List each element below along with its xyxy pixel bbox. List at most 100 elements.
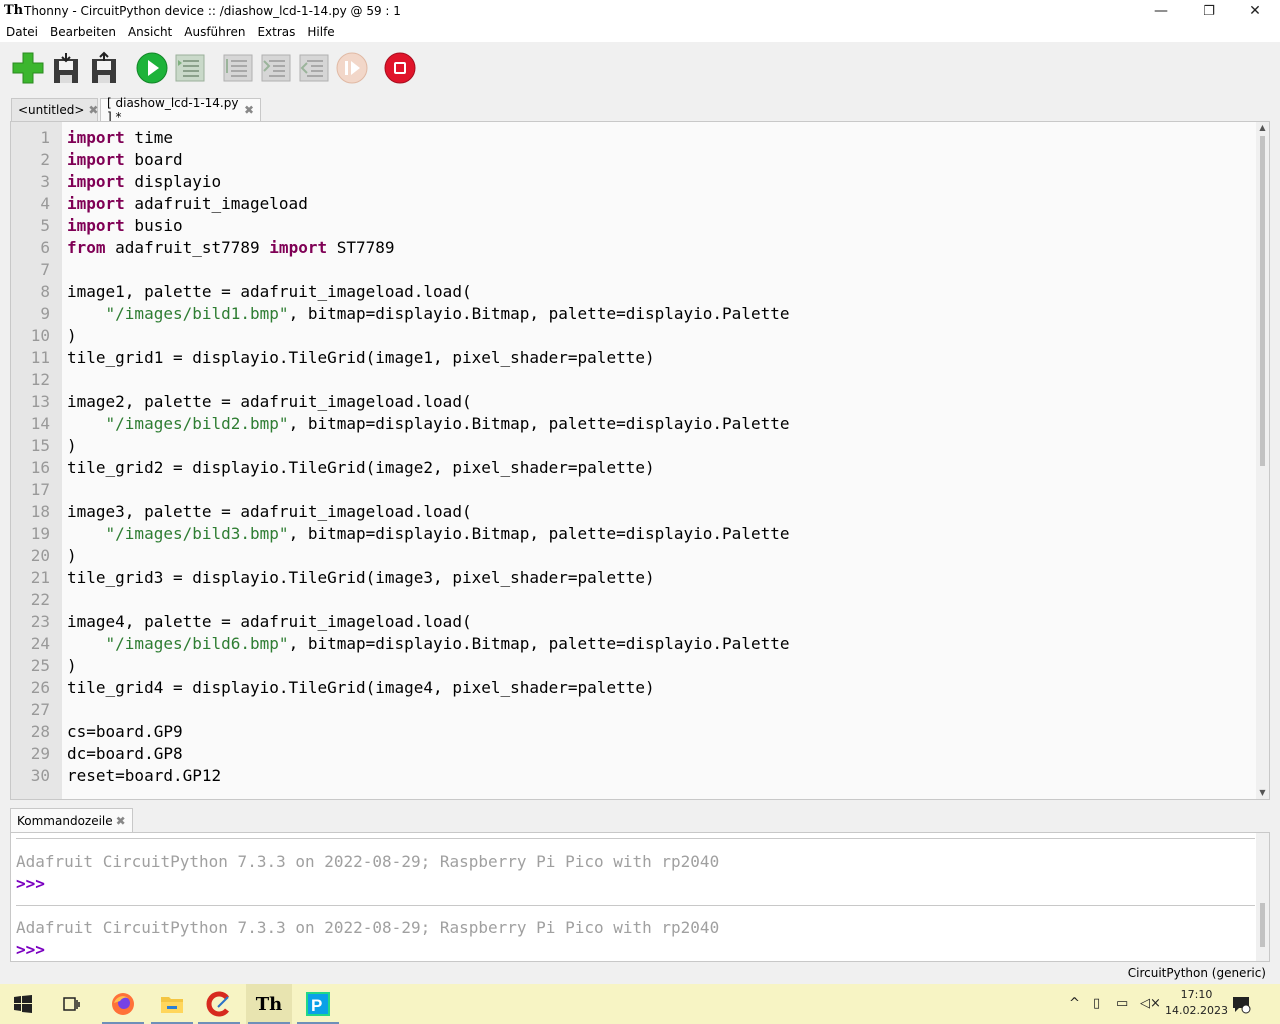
code-line[interactable]: tile_grid2 = displayio.TileGrid(image2, … [67, 457, 655, 479]
code-line[interactable]: image4, palette = adafruit_imageload.loa… [67, 611, 472, 633]
code-line[interactable]: reset=board.GP12 [67, 765, 221, 787]
code-line[interactable]: import busio [67, 215, 183, 237]
code-line[interactable]: import displayio [67, 171, 221, 193]
code-line[interactable]: ) [67, 655, 77, 677]
run-button[interactable] [135, 51, 169, 85]
code-line[interactable]: dc=board.GP8 [67, 743, 183, 765]
code-text: displayio [124, 172, 222, 191]
line-number: 16 [30, 458, 50, 477]
clock-date: 14.02.2023 [1165, 1004, 1228, 1017]
status-bar: CircuitPython (generic) [0, 964, 1280, 984]
code-line[interactable]: image1, palette = adafruit_imageload.loa… [67, 281, 472, 303]
menu-datei[interactable]: Datei [0, 25, 44, 39]
code-line[interactable]: "/images/bild3.bmp", bitmap=displayio.Bi… [67, 523, 790, 545]
step-out-icon [299, 54, 329, 82]
action-center-button[interactable] [1226, 984, 1256, 1024]
code-line[interactable]: ) [67, 325, 77, 347]
step-over-icon [223, 54, 253, 82]
step-into-button[interactable] [259, 51, 293, 85]
taskbar-file-explorer[interactable] [149, 984, 195, 1024]
save-button[interactable] [87, 51, 121, 85]
title-bar: Th Thonny - CircuitPython device :: /dia… [0, 0, 1280, 22]
code-line[interactable]: tile_grid1 = displayio.TileGrid(image1, … [67, 347, 655, 369]
scroll-down-icon[interactable]: ▼ [1256, 787, 1269, 799]
taskbar-firefox[interactable] [100, 984, 146, 1024]
code-line[interactable]: "/images/bild2.bmp", bitmap=displayio.Bi… [67, 413, 790, 435]
menu-bar: Datei Bearbeiten Ansicht Ausführen Extra… [0, 22, 1280, 42]
code-line[interactable]: tile_grid3 = displayio.TileGrid(image3, … [67, 567, 655, 589]
taskbar-clock[interactable]: 17:10 14.02.2023 [1165, 987, 1228, 1019]
code-keyword: import [67, 194, 125, 213]
tab-untitled[interactable]: <untitled> ✖ [11, 98, 98, 121]
task-view-button[interactable] [48, 984, 94, 1024]
new-file-button[interactable] [11, 51, 45, 85]
interpreter-label[interactable]: CircuitPython (generic) [1128, 966, 1266, 980]
code-line[interactable]: import board [67, 149, 183, 171]
editor-scrollbar[interactable]: ▲ ▼ [1256, 122, 1269, 799]
step-out-button[interactable] [297, 51, 331, 85]
clock-time: 17:10 [1180, 988, 1213, 1001]
scroll-up-icon[interactable]: ▲ [1256, 122, 1269, 134]
code-text: image3, palette = adafruit_imageload.loa… [67, 502, 472, 521]
folder-icon [161, 997, 183, 1013]
menu-ansicht[interactable]: Ansicht [122, 25, 178, 39]
load-button[interactable] [49, 51, 83, 85]
debug-button[interactable] [173, 51, 207, 85]
code-text: ) [67, 656, 77, 675]
close-button[interactable]: ✕ [1232, 0, 1278, 22]
code-line[interactable]: "/images/bild6.bmp", bitmap=displayio.Bi… [67, 633, 790, 655]
code-line[interactable]: "/images/bild1.bmp", bitmap=displayio.Bi… [67, 303, 790, 325]
scrollbar-thumb[interactable] [1260, 136, 1265, 466]
line-number: 17 [30, 480, 50, 499]
stop-button[interactable] [383, 51, 417, 85]
line-number: 24 [30, 634, 50, 653]
code-keyword: import [67, 216, 125, 235]
code-line[interactable]: from adafruit_st7789 import ST7789 [67, 237, 395, 259]
line-number: 30 [30, 766, 50, 785]
resume-button[interactable] [335, 51, 369, 85]
code-line[interactable]: import adafruit_imageload [67, 193, 308, 215]
pycharm-icon: P [306, 992, 330, 1016]
tab-shell[interactable]: Kommandozeile ✖ [10, 808, 133, 832]
code-line[interactable]: tile_grid4 = displayio.TileGrid(image4, … [67, 677, 655, 699]
scrollbar-thumb[interactable] [1260, 903, 1265, 947]
taskbar-ccleaner[interactable] [196, 984, 242, 1024]
tab-diashow[interactable]: [ diashow_lcd-1-14.py ] * ✖ [100, 96, 261, 124]
step-over-button[interactable] [221, 51, 255, 85]
code-text: dc=board.GP8 [67, 744, 183, 763]
tab-close-icon[interactable]: ✖ [244, 103, 254, 117]
firefox-icon [112, 993, 134, 1015]
code-line[interactable]: image3, palette = adafruit_imageload.loa… [67, 501, 472, 523]
tray-chevron-up-icon[interactable]: ^ [1069, 996, 1080, 1011]
line-number: 27 [30, 700, 50, 719]
code-editor[interactable]: 1 2 3 4 5 6 7 8 9 10 11 12 13 14 15 16 17 18 19 20 21 22 23 24 2… [10, 121, 1270, 800]
line-number: 15 [30, 436, 50, 455]
windows-start-button[interactable] [0, 984, 46, 1024]
windows-logo-icon [14, 995, 32, 1013]
menu-bearbeiten[interactable]: Bearbeiten [44, 25, 122, 39]
shell-panel[interactable]: Adafruit CircuitPython 7.3.3 on 2022-08-… [10, 832, 1270, 962]
shell-scrollbar[interactable] [1256, 833, 1269, 961]
line-number: 6 [40, 238, 50, 257]
code-line[interactable]: ) [67, 545, 77, 567]
code-text-area[interactable]: import time import board import displayio i… [67, 122, 1255, 799]
code-text: ) [67, 326, 77, 345]
taskbar-pycharm[interactable]: P [295, 984, 341, 1024]
code-line[interactable]: image2, palette = adafruit_imageload.loa… [67, 391, 472, 413]
menu-extras[interactable]: Extras [251, 25, 301, 39]
menu-ausfuehren[interactable]: Ausführen [178, 25, 251, 39]
code-line[interactable]: cs=board.GP9 [67, 721, 183, 743]
line-number: 3 [40, 172, 50, 191]
tab-close-icon[interactable]: ✖ [88, 103, 98, 117]
shell-prompt[interactable]: >>> [16, 939, 45, 961]
tray-network-icon[interactable]: ▭ [1116, 996, 1128, 1011]
tray-battery-icon[interactable]: ▯ [1093, 996, 1100, 1011]
tray-volume-muted-icon[interactable]: ◁× [1140, 996, 1161, 1011]
menu-hilfe[interactable]: Hilfe [301, 25, 340, 39]
code-line[interactable]: ) [67, 435, 77, 457]
maximize-button[interactable]: ❐ [1186, 0, 1232, 22]
taskbar-thonny[interactable]: Th [246, 984, 292, 1024]
minimize-button[interactable]: — [1138, 0, 1184, 22]
shell-tab-close-icon[interactable]: ✖ [116, 814, 126, 828]
code-line[interactable]: import time [67, 127, 173, 149]
